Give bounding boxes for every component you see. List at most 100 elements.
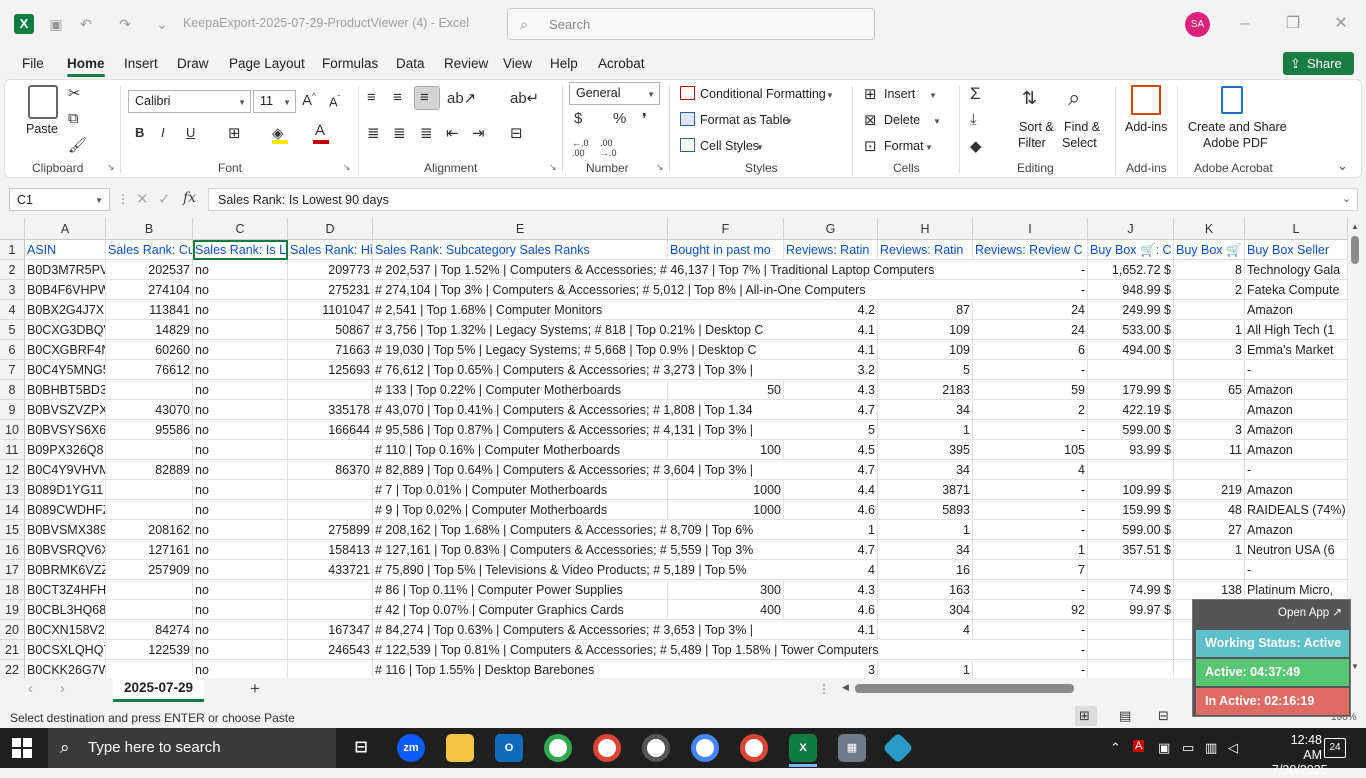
table-cell[interactable] — [106, 480, 193, 500]
borders-icon[interactable]: ⊞ — [228, 124, 241, 142]
table-cell[interactable]: B0BRMK6VZZ — [25, 560, 106, 580]
table-cell[interactable]: 3.2 — [784, 360, 878, 380]
table-cell[interactable]: B09PX326Q8 — [25, 440, 106, 460]
enter-icon[interactable]: ✓ — [158, 190, 171, 208]
table-cell[interactable]: 6 — [973, 340, 1088, 360]
table-cell[interactable]: B0BVSYS6X6 — [25, 420, 106, 440]
table-cell[interactable]: 395 — [878, 440, 973, 460]
table-cell[interactable] — [288, 580, 373, 600]
decrease-decimal-icon[interactable]: .00 →.0 — [600, 138, 617, 158]
table-cell[interactable]: - — [1245, 460, 1348, 480]
table-cell[interactable]: B0CXGBRF4N — [25, 340, 106, 360]
tab-review[interactable]: Review — [444, 56, 488, 71]
align-right-icon[interactable]: ≣ — [420, 124, 433, 142]
italic-icon[interactable]: I — [161, 125, 165, 140]
increase-indent-icon[interactable]: ⇥ — [472, 124, 485, 142]
dialog-launcher-icon[interactable]: ↘ — [107, 162, 115, 173]
table-cell[interactable]: no — [193, 480, 288, 500]
table-cell[interactable]: no — [193, 440, 288, 460]
table-cell[interactable]: 2183 — [878, 380, 973, 400]
table-cell[interactable]: 5893 — [878, 500, 973, 520]
column-header-f[interactable]: F — [668, 218, 784, 240]
column-header-a[interactable]: A — [25, 218, 106, 240]
currency-icon[interactable]: $ — [574, 110, 582, 127]
table-cell[interactable]: 1000 — [668, 480, 784, 500]
table-cell[interactable]: 3 — [1174, 420, 1245, 440]
table-cell[interactable] — [288, 480, 373, 500]
table-cell[interactable]: Fateka Compute — [1245, 280, 1348, 300]
align-left-icon[interactable]: ≣ — [367, 124, 380, 142]
table-cell[interactable]: 92 — [973, 600, 1088, 620]
table-cell[interactable]: 99.97 $ — [1088, 600, 1174, 620]
row-header[interactable]: 17 — [0, 560, 25, 580]
column-header-e[interactable]: E — [373, 218, 668, 240]
table-cell[interactable]: 533.00 $ — [1088, 320, 1174, 340]
table-cell[interactable]: 433721 — [288, 560, 373, 580]
table-cell[interactable]: 1 — [973, 540, 1088, 560]
table-cell[interactable]: # 75,890 | Top 5% | Televisions & Video … — [373, 560, 784, 580]
cell-styles-button[interactable]: Cell Styles — [700, 139, 759, 153]
table-cell[interactable]: 95586 — [106, 420, 193, 440]
table-cell[interactable]: 1 — [878, 420, 973, 440]
table-cell[interactable]: # 42 | Top 0.07% | Computer Graphics Car… — [373, 600, 668, 620]
share-button[interactable]: ⇪ Share ▼ — [1283, 52, 1354, 93]
table-cell[interactable]: 4.7 — [784, 400, 878, 420]
vertical-scroll-thumb[interactable] — [1351, 236, 1359, 264]
table-cell[interactable]: 599.00 $ — [1088, 520, 1174, 540]
table-cell[interactable]: 1000 — [668, 500, 784, 520]
format-cells-button[interactable]: Format — [884, 139, 924, 153]
table-cell[interactable]: - — [973, 660, 1088, 678]
table-cell[interactable]: - — [973, 420, 1088, 440]
column-title-cell[interactable]: Sales Rank: Subcategory Sales Ranks — [373, 240, 668, 260]
table-cell[interactable]: 202537 — [106, 260, 193, 280]
table-cell[interactable]: B089CWDHFZ — [25, 500, 106, 520]
tab-formulas[interactable]: Formulas — [322, 56, 378, 71]
row-header[interactable]: 18 — [0, 580, 25, 600]
table-cell[interactable]: 50 — [668, 380, 784, 400]
table-cell[interactable]: 105 — [973, 440, 1088, 460]
copy-icon[interactable]: ⧉ — [68, 110, 79, 127]
table-cell[interactable]: 93.99 $ — [1088, 440, 1174, 460]
paste-label[interactable]: Paste — [26, 122, 58, 136]
table-cell[interactable]: B0C4Y9VHVM — [25, 460, 106, 480]
table-cell[interactable] — [106, 380, 193, 400]
table-cell[interactable] — [1088, 660, 1174, 678]
table-cell[interactable]: 74.99 $ — [1088, 580, 1174, 600]
table-cell[interactable]: no — [193, 600, 288, 620]
table-cell[interactable]: 34 — [878, 540, 973, 560]
table-cell[interactable]: 599.00 $ — [1088, 420, 1174, 440]
show-hidden-icons[interactable]: ⌃ — [1110, 740, 1121, 756]
table-cell[interactable]: 275231 — [288, 280, 373, 300]
table-cell[interactable]: # 7 | Top 0.01% | Computer Motherboards — [373, 480, 668, 500]
table-cell[interactable]: # 84,274 | Top 0.63% | Computers & Acces… — [373, 620, 784, 640]
table-cell[interactable]: - — [973, 280, 1088, 300]
table-cell[interactable]: # 76,612 | Top 0.65% | Computers & Acces… — [373, 360, 784, 380]
table-cell[interactable] — [1088, 620, 1174, 640]
dialog-launcher-icon[interactable]: ↘ — [343, 162, 351, 173]
taskbar-search[interactable]: ⌕ Type here to search — [48, 728, 336, 768]
zoom-app-icon[interactable]: zm — [397, 734, 425, 762]
table-cell[interactable]: B089D1YG11 — [25, 480, 106, 500]
table-cell[interactable] — [106, 440, 193, 460]
align-center-icon[interactable]: ≣ — [393, 124, 406, 142]
column-title-cell[interactable]: Buy Box Seller — [1245, 240, 1348, 260]
table-cell[interactable]: 246543 — [288, 640, 373, 660]
column-header-g[interactable]: G — [784, 218, 878, 240]
row-header[interactable]: 13 — [0, 480, 25, 500]
table-cell[interactable]: 179.99 $ — [1088, 380, 1174, 400]
table-cell[interactable]: # 122,539 | Top 0.81% | Computers & Acce… — [373, 640, 973, 660]
table-cell[interactable]: 304 — [878, 600, 973, 620]
column-title-cell[interactable]: Sales Rank: Cu — [106, 240, 193, 260]
scroll-up-icon[interactable]: ▲ — [1351, 222, 1359, 231]
number-format-select[interactable]: General ▼ — [569, 82, 660, 105]
scroll-left-icon[interactable]: ◀ — [842, 682, 849, 693]
table-cell[interactable]: 4 — [784, 560, 878, 580]
table-cell[interactable]: 1 — [878, 520, 973, 540]
table-cell[interactable] — [1174, 300, 1245, 320]
table-cell[interactable]: B0CBL3HQ68 — [25, 600, 106, 620]
table-cell[interactable]: # 116 | Top 1.55% | Desktop Barebones — [373, 660, 784, 678]
find-label[interactable]: Find & — [1064, 120, 1100, 134]
redo-icon[interactable]: ↷ — [115, 14, 135, 34]
table-cell[interactable]: 166644 — [288, 420, 373, 440]
table-cell[interactable] — [1174, 560, 1245, 580]
